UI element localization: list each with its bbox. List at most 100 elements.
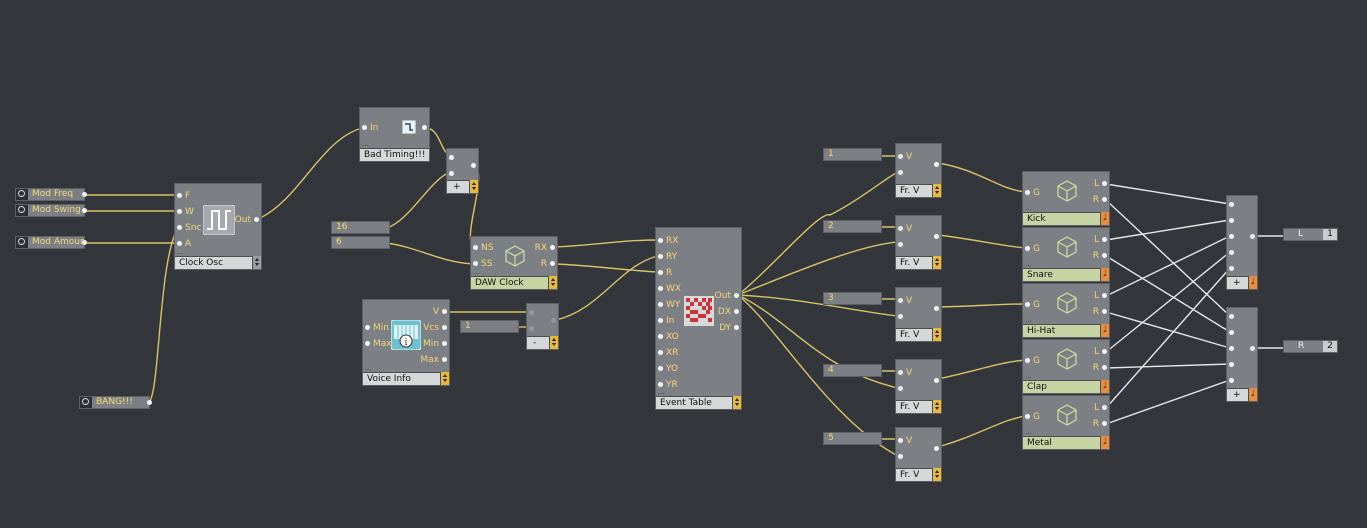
- frac-const-4[interactable]: 4: [823, 364, 882, 377]
- frac-v-module-5[interactable]: V Fr. V: [895, 427, 942, 482]
- frac-v-module-4[interactable]: V Fr. V: [895, 359, 942, 414]
- daw-clock-switch[interactable]: [548, 276, 557, 289]
- mod-swing-knob[interactable]: Mod Swing: [15, 204, 87, 217]
- const-16[interactable]: 16: [331, 221, 390, 234]
- frac-v-switch[interactable]: [932, 184, 941, 197]
- sampler-in-g[interactable]: G: [1025, 188, 1040, 198]
- event-table-in-wy[interactable]: WY: [658, 300, 680, 310]
- bang-button[interactable]: BANG!!!: [79, 396, 152, 409]
- event-table-out-dx[interactable]: DX: [718, 307, 739, 317]
- event-table-in-rx[interactable]: RX: [658, 236, 678, 246]
- sampler-snare[interactable]: G L R ... Snare ♩: [1022, 227, 1110, 282]
- daw-clock-in-ns[interactable]: NS: [473, 243, 493, 253]
- frac-v-in[interactable]: V: [898, 152, 912, 162]
- event-table-out[interactable]: Out: [715, 291, 739, 301]
- sampler-in-g[interactable]: G: [1025, 244, 1040, 254]
- frac-v-switch[interactable]: [932, 468, 941, 481]
- sampler-metal[interactable]: G L R ... Metal ♩: [1022, 395, 1110, 450]
- sampler-out-r[interactable]: R: [1093, 419, 1107, 429]
- clock-osc-in-snc[interactable]: Snc: [177, 223, 201, 233]
- voice-info-out-v[interactable]: V: [433, 307, 447, 317]
- sampler-note-switch[interactable]: ♩: [1100, 324, 1109, 337]
- output-label: L: [1298, 229, 1304, 239]
- frac-const-2[interactable]: 2: [823, 220, 882, 233]
- sampler-out-l[interactable]: L: [1094, 403, 1107, 413]
- sampler-note-switch[interactable]: ♩: [1100, 212, 1109, 225]
- sampler-out-r[interactable]: R: [1093, 251, 1107, 261]
- sampler-note-switch[interactable]: ♩: [1100, 380, 1109, 393]
- daw-clock-out-r[interactable]: R: [541, 259, 555, 269]
- subtract-module[interactable]: -: [526, 303, 559, 350]
- frac-const-3[interactable]: 3: [823, 292, 882, 305]
- mod-amount-knob[interactable]: Mod Amount: [15, 236, 87, 249]
- output-l[interactable]: L 1: [1283, 228, 1338, 241]
- voice-info-module[interactable]: Min Max V Vcs Min Max i ... Voice Info: [362, 299, 450, 386]
- event-table-in-yo[interactable]: YO: [658, 364, 678, 374]
- subtract-switch[interactable]: [549, 336, 558, 349]
- clock-osc-switch[interactable]: [252, 256, 261, 269]
- daw-clock-out-rx[interactable]: RX: [535, 243, 555, 253]
- event-table-in-r[interactable]: R: [658, 268, 672, 278]
- mixer-right[interactable]: + ♩: [1226, 307, 1258, 402]
- sampler-hihat[interactable]: G L R ... Hi-Hat ♩: [1022, 283, 1110, 338]
- frac-v-module-2[interactable]: V Fr. V: [895, 215, 942, 270]
- sampler-out-l[interactable]: L: [1094, 235, 1107, 245]
- event-table-in-xo[interactable]: XO: [658, 332, 679, 342]
- mixer-note-switch[interactable]: ♩: [1248, 388, 1257, 401]
- sampler-in-g[interactable]: G: [1025, 300, 1040, 310]
- event-table-switch[interactable]: [732, 396, 741, 409]
- output-r[interactable]: R 2: [1283, 340, 1338, 353]
- mixer-note-switch[interactable]: ♩: [1248, 276, 1257, 289]
- sampler-in-g[interactable]: G: [1025, 356, 1040, 366]
- clock-osc-module[interactable]: F W Snc A Out ... Clock Osc: [174, 183, 262, 270]
- event-table-in-wx[interactable]: WX: [658, 284, 681, 294]
- sampler-note-switch[interactable]: ♩: [1100, 436, 1109, 449]
- clock-osc-out[interactable]: Out: [235, 215, 259, 225]
- adder-top-switch[interactable]: [469, 180, 478, 193]
- event-table-in-ry[interactable]: RY: [658, 252, 677, 262]
- voice-info-out-max[interactable]: Max: [420, 355, 447, 365]
- frac-const-1[interactable]: 1: [823, 148, 882, 161]
- sampler-out-r[interactable]: R: [1093, 307, 1107, 317]
- voice-info-out-min[interactable]: Min: [423, 339, 447, 349]
- sampler-note-switch[interactable]: ♩: [1100, 268, 1109, 281]
- event-table-in-in[interactable]: In: [658, 316, 674, 326]
- voice-info-in-min[interactable]: Min: [365, 323, 389, 333]
- sampler-out-l[interactable]: L: [1094, 179, 1107, 189]
- sampler-kick[interactable]: G L R ... Kick ♩: [1022, 171, 1110, 226]
- frac-v-module-1[interactable]: V Fr. V: [895, 143, 942, 198]
- sampler-out-r[interactable]: R: [1093, 195, 1107, 205]
- sampler-in-g[interactable]: G: [1025, 412, 1040, 422]
- frac-v-in[interactable]: V: [898, 368, 912, 378]
- frac-v-in[interactable]: V: [898, 224, 912, 234]
- frac-const-5[interactable]: 5: [823, 432, 882, 445]
- event-table-in-xr[interactable]: XR: [658, 348, 678, 358]
- mixer-left[interactable]: + ♩: [1226, 195, 1258, 290]
- daw-clock-module[interactable]: NS SS RX R ... DAW Clock: [470, 236, 558, 290]
- frac-v-switch[interactable]: [932, 256, 941, 269]
- frac-v-switch[interactable]: [932, 400, 941, 413]
- frac-v-module-3[interactable]: V Fr. V: [895, 287, 942, 342]
- bad-timing-in[interactable]: In: [362, 123, 378, 133]
- event-table-out-dy[interactable]: DY: [719, 323, 739, 333]
- frac-v-in[interactable]: V: [898, 296, 912, 306]
- frac-v-switch[interactable]: [932, 328, 941, 341]
- voice-info-in-max[interactable]: Max: [365, 339, 392, 349]
- frac-v-in[interactable]: V: [898, 436, 912, 446]
- voice-info-out-vcs[interactable]: Vcs: [423, 323, 447, 333]
- adder-top-module[interactable]: +: [446, 148, 479, 194]
- const-6[interactable]: 6: [331, 236, 390, 249]
- sampler-out-l[interactable]: L: [1094, 347, 1107, 357]
- sampler-out-r[interactable]: R: [1093, 363, 1107, 373]
- clock-osc-in-f[interactable]: F: [177, 191, 190, 201]
- mod-freq-knob[interactable]: Mod Freq: [15, 188, 87, 201]
- bad-timing-module[interactable]: In ... Bad Timing!!!: [359, 107, 430, 162]
- voice-info-switch[interactable]: [440, 372, 449, 385]
- bad-timing-title: Bad Timing!!!: [360, 148, 429, 161]
- clock-osc-in-w[interactable]: W: [177, 207, 194, 217]
- const-1[interactable]: 1: [460, 320, 519, 333]
- output-number: 1: [1323, 229, 1337, 240]
- event-table-module[interactable]: RX RY R WX WY In XO XR YO YR Out DX DY .…: [655, 227, 742, 410]
- sampler-clap[interactable]: G L R ... Clap ♩: [1022, 339, 1110, 394]
- sampler-out-l[interactable]: L: [1094, 291, 1107, 301]
